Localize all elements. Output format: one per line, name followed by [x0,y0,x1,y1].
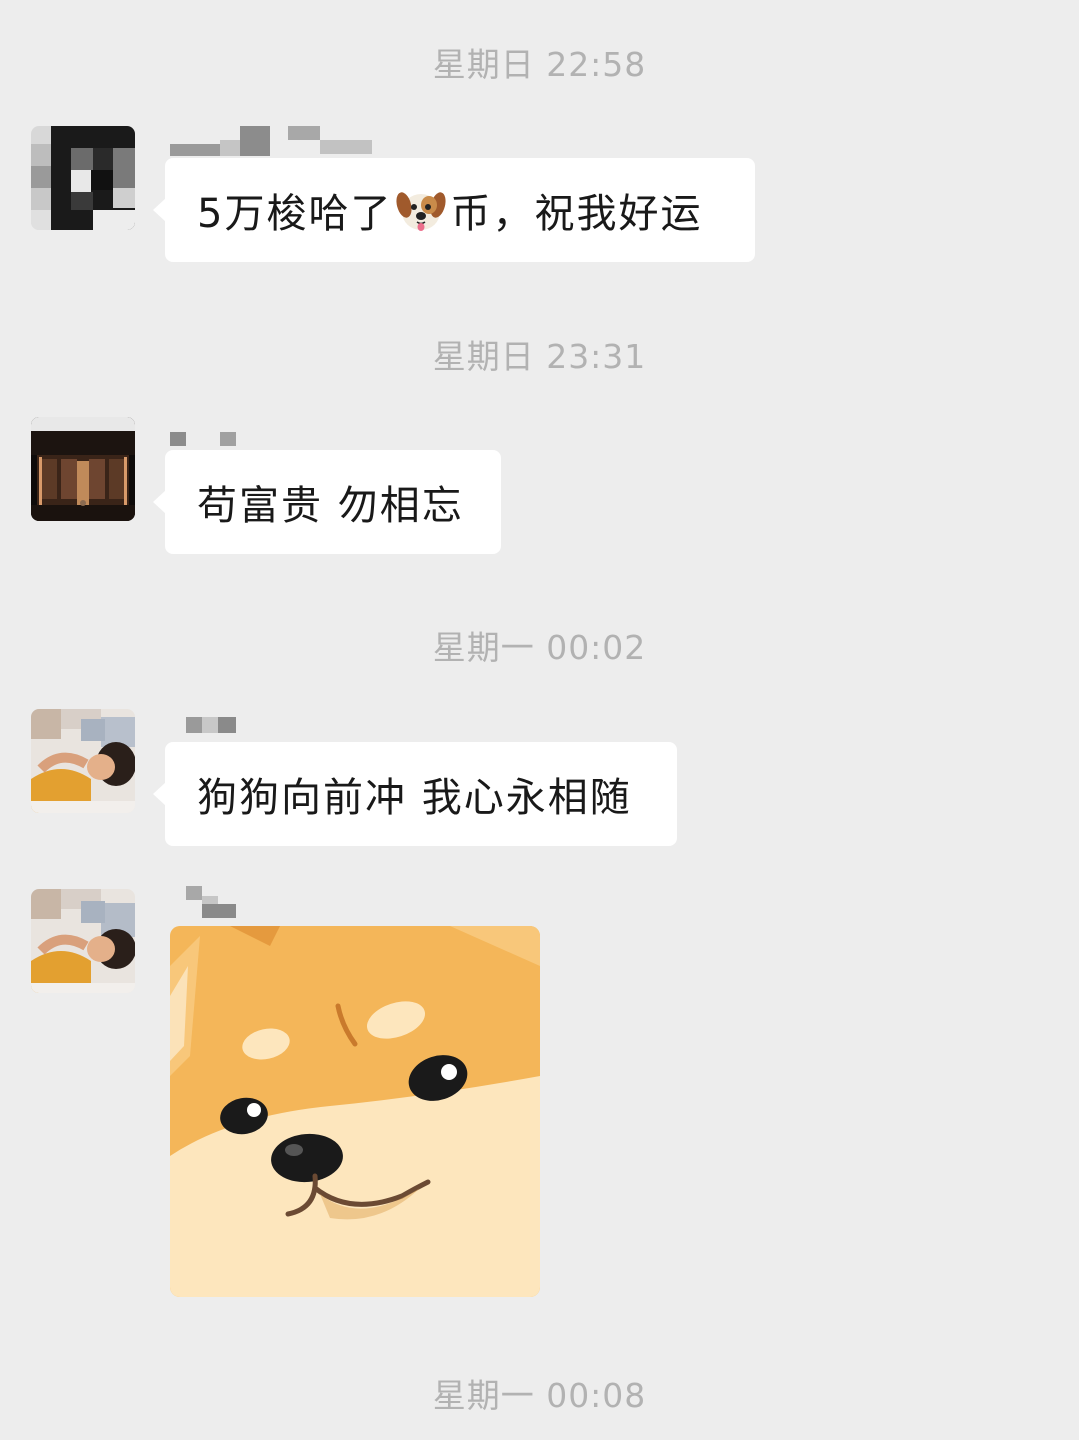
shiba-inu-dog-sticker[interactable] [170,926,540,1297]
message-timestamp: 星期一 00:08 [432,1376,647,1415]
message-bubble[interactable]: 苟富贵 勿相忘 [153,450,501,554]
message-bubble[interactable]: 5万梭哈了 币，祝我好运 [153,158,755,262]
message-timestamp: 星期一 00:02 [432,628,647,667]
message-text: 苟富贵 勿相忘 [197,483,464,529]
sender-name-pixelated [186,886,246,918]
avatar-pixelated[interactable] [31,126,135,230]
avatar-temple-night[interactable] [31,417,135,521]
message-text: 币，祝我好运 [450,191,703,237]
message-timestamp: 星期日 23:31 [432,337,647,376]
message-timestamp: 星期日 22:58 [432,45,647,84]
message-text: 5万梭哈了 [197,191,393,237]
chat-view: 星期日 22:58 5万梭哈了 币，祝我好运 星期日 23:31 苟富贵 勿相忘… [0,0,1079,1440]
dog-face-emoji-icon [396,185,447,235]
message-text: 狗狗向前冲 我心永相随 [197,775,632,821]
avatar-woman-lying[interactable] [31,889,135,993]
message-bubble[interactable]: 狗狗向前冲 我心永相随 [153,742,677,846]
sender-name-pixelated [170,126,380,156]
avatar-woman-lying[interactable] [31,709,135,813]
